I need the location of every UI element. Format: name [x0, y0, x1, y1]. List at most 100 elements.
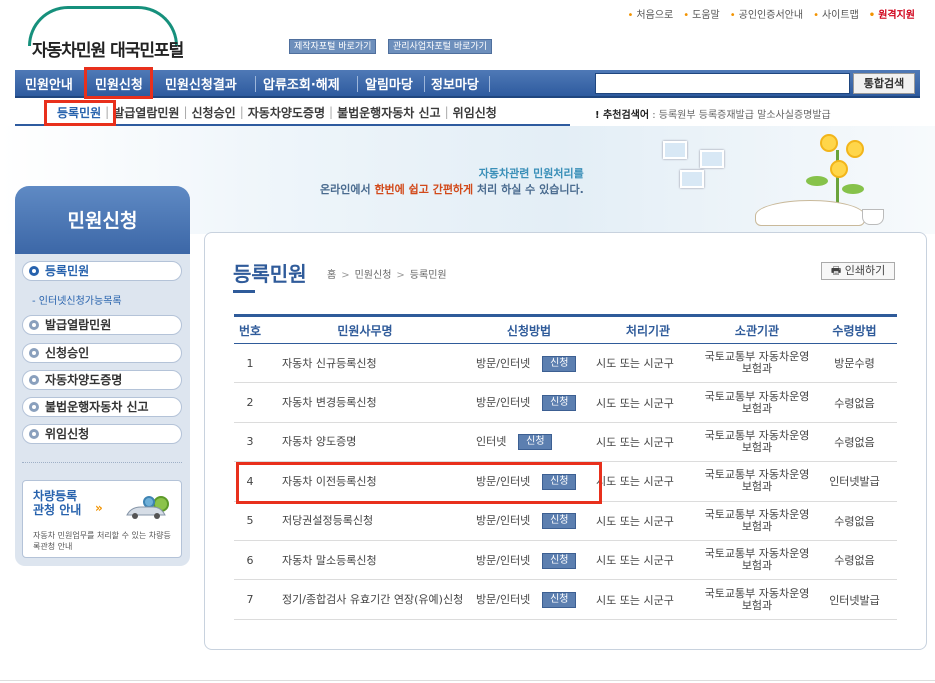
- sidebar-item-delegation[interactable]: 위임신청: [22, 424, 182, 444]
- subnav-divider: |: [239, 105, 244, 119]
- highlight-box-row-4: [236, 462, 602, 504]
- table-row: 1 자동차 신규등록신청 방문/인터넷 신청 시도 또는 시군구 국토교통부 자동차운영보…: [234, 343, 897, 384]
- breadcrumb-home[interactable]: 홈: [327, 270, 336, 281]
- cell-receipt: 인터넷발급: [812, 461, 897, 502]
- cell-method: 방문/인터넷 신청: [464, 343, 594, 384]
- sidebar-header: 민원신청: [15, 186, 190, 254]
- subnav-item-approval[interactable]: 신청승인: [192, 104, 236, 121]
- integrated-search-input[interactable]: [595, 73, 850, 94]
- teacup-icon: [862, 209, 884, 225]
- registration-office-guide-box[interactable]: 차량등록 관청 안내 » 자동차 민원업무를 처리할 수 있는 차량등록관청 안…: [22, 480, 182, 558]
- cell-service-name[interactable]: 자동차 신규등록신청: [266, 343, 464, 384]
- table-header-row: 번호 민원사무명 신청방법 처리기관 소관기관 수령방법: [234, 314, 897, 344]
- cell-processing-org: 시도 또는 시군구: [594, 343, 702, 384]
- cell-service-name[interactable]: 자동차 양도증명: [266, 422, 464, 463]
- cell-responsible-org: 국토교통부 자동차운영보험과: [702, 540, 812, 581]
- subnav-divider: |: [183, 105, 188, 119]
- cell-service-name[interactable]: 자동차 변경등록신청: [266, 382, 464, 423]
- apply-button[interactable]: 신청: [542, 513, 577, 530]
- nav-item-notice[interactable]: 알림마당: [365, 74, 413, 93]
- cell-responsible-org: 국토교통부 자동차운영보험과: [702, 461, 812, 502]
- sidebar-item-label: 신청승인: [45, 346, 90, 360]
- guide-box-title: 차량등록 관청 안내: [33, 489, 82, 517]
- nav-item-info[interactable]: 정보마당: [431, 74, 479, 93]
- open-book-icon: [755, 200, 865, 226]
- sidebar-item-transfer-proof[interactable]: 자동차양도증명: [22, 370, 182, 390]
- site-logo[interactable]: 자동차민원 대국민포털: [24, 6, 214, 62]
- apply-button[interactable]: 신청: [542, 592, 577, 609]
- column-header-receipt: 수령방법: [812, 314, 897, 344]
- cell-service-name[interactable]: 저당권설정등록신청: [266, 501, 464, 541]
- sidebar-item-label: 등록민원: [45, 264, 90, 278]
- highlight-box-nav-apply: [84, 67, 153, 99]
- page-title: 등록민원: [233, 262, 307, 286]
- method-text: 방문/인터넷: [476, 593, 531, 607]
- cell-receipt: 수령없음: [812, 501, 897, 541]
- chevron-right-icon: >: [341, 270, 350, 281]
- sidebar-divider: [22, 462, 182, 463]
- breadcrumb-apply[interactable]: 민원신청: [355, 270, 392, 281]
- banner-line-1: 자동차관련 민원처리를: [478, 167, 584, 180]
- column-header-responsible-org: 소관기관: [702, 314, 812, 344]
- nav-item-result[interactable]: 민원신청결과: [165, 74, 237, 93]
- apply-button[interactable]: 신청: [542, 552, 577, 569]
- apply-button[interactable]: 신청: [518, 434, 553, 451]
- column-header-processing-org: 처리기관: [594, 314, 702, 344]
- banner-slogan: 자동차관련 민원처리를 온라인에서 한번에 쉽고 간편하게 처리 하실 수 있습…: [320, 165, 584, 197]
- recommended-keywords: ! 추천검색어 : 등록원부 등록증재발급 말소사실증명발급: [595, 110, 831, 121]
- sidebar-subitem-internet-list[interactable]: 인터넷신청가능목록: [32, 292, 122, 307]
- subnav-item-transfer-proof[interactable]: 자동차양도증명: [248, 104, 325, 121]
- method-text: 방문/인터넷: [476, 514, 531, 528]
- cell-method: 인터넷 신청: [464, 422, 594, 463]
- photo-frame-icon: [700, 150, 724, 168]
- util-remote-support-link[interactable]: 원격지원: [869, 6, 915, 21]
- nav-divider: [489, 76, 490, 92]
- bullet-icon: [29, 266, 39, 276]
- apply-button[interactable]: 신청: [542, 395, 577, 412]
- cell-responsible-org: 국토교통부 자동차운영보험과: [702, 501, 812, 541]
- cell-processing-org: 시도 또는 시군구: [594, 422, 702, 463]
- cell-method: 방문/인터넷 신청: [464, 579, 594, 620]
- subnav-item-delegation[interactable]: 위임신청: [453, 104, 497, 121]
- cell-processing-org: 시도 또는 시군구: [594, 540, 702, 581]
- cell-processing-org: 시도 또는 시군구: [594, 501, 702, 541]
- cell-receipt: 인터넷발급: [812, 579, 897, 620]
- footer-divider: [0, 680, 935, 681]
- nav-divider: [424, 76, 425, 92]
- car-gear-icon: [126, 496, 169, 519]
- nav-item-guide[interactable]: 민원안내: [25, 74, 73, 93]
- recommend-label: 추천검색어: [603, 110, 650, 121]
- cell-service-name[interactable]: 정기/종합검사 유효기간 연장(유예)신청: [266, 579, 464, 620]
- recommend-items[interactable]: 등록원부 등록증재발급 말소사실증명발급: [659, 110, 831, 121]
- subnav-item-illegal-report[interactable]: 불법운행자동차 신고: [337, 104, 441, 121]
- sidebar-item-registration[interactable]: 등록민원: [22, 261, 182, 281]
- apply-button[interactable]: 신청: [542, 355, 577, 372]
- manufacturer-portal-link[interactable]: 제작자포털 바로가기: [289, 39, 377, 54]
- management-portal-link[interactable]: 관리사업자포털 바로가기: [388, 39, 492, 54]
- chevron-right-icon: >: [396, 270, 405, 281]
- nav-item-seizure[interactable]: 압류조회·해제: [263, 74, 340, 93]
- table-row: 7 정기/종합검사 유효기간 연장(유예)신청 방문/인터넷 신청 시도 또는 시군구 국…: [234, 579, 897, 620]
- method-text: 방문/인터넷: [476, 356, 531, 370]
- sidebar-item-approval[interactable]: 신청승인: [22, 343, 182, 363]
- flower-icon: [820, 134, 838, 152]
- subnav-divider: |: [444, 105, 449, 119]
- leaf-icon: [842, 184, 864, 194]
- guide-box-description: 자동차 민원업무를 처리할 수 있는 차량등록관청 안내: [33, 531, 171, 551]
- sidebar-item-illegal-report[interactable]: 불법운행자동차 신고: [22, 397, 182, 417]
- util-cert-link[interactable]: 공인인증서안내: [730, 6, 803, 21]
- bullet-icon: [29, 320, 39, 330]
- column-header-number: 번호: [234, 314, 266, 344]
- util-help-link[interactable]: 도움말: [683, 6, 720, 21]
- photo-frame-icon: [680, 170, 704, 188]
- flower-icon: [830, 160, 848, 178]
- flower-icon: [846, 140, 864, 158]
- util-home-link[interactable]: 처음으로: [628, 6, 673, 21]
- cell-responsible-org: 국토교통부 자동차운영보험과: [702, 382, 812, 423]
- util-sitemap-link[interactable]: 사이트맵: [813, 6, 859, 21]
- print-button[interactable]: 🖶 인쇄하기: [821, 262, 895, 280]
- sidebar-item-issue[interactable]: 발급열람민원: [22, 315, 182, 335]
- cell-service-name[interactable]: 자동차 말소등록신청: [266, 540, 464, 581]
- subnav-item-issue[interactable]: 발급열람민원: [113, 104, 179, 121]
- integrated-search-button[interactable]: 통합검색: [853, 73, 915, 94]
